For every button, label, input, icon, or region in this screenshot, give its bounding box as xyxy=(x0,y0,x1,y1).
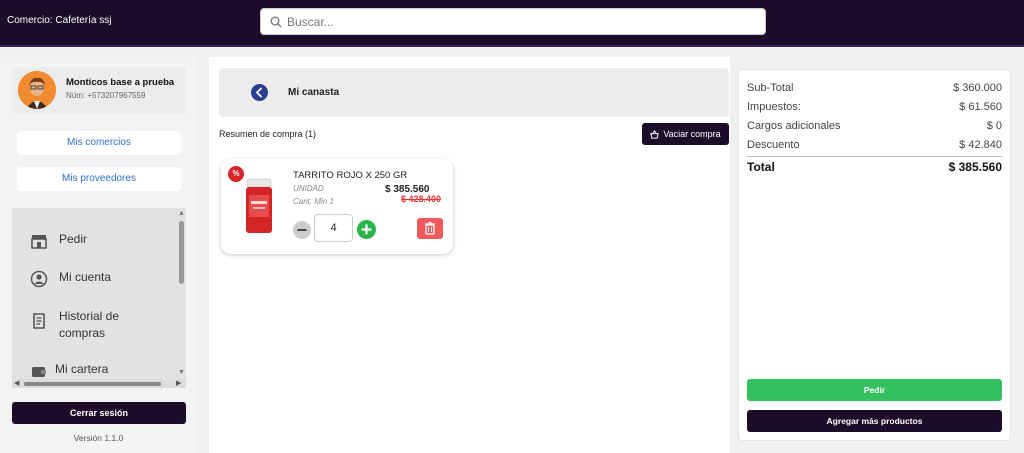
sidebar-item-mi-cartera[interactable]: Mi cartera xyxy=(30,362,108,380)
extra-charges-label: Cargos adicionales xyxy=(747,120,841,132)
add-more-products-button[interactable]: Agregar más productos xyxy=(747,410,1002,432)
cart-item-card: % TARRITO ROJO X 250 GR UNIDAD Cant. Min… xyxy=(221,159,453,254)
profile-name: Monticos base a prueba xyxy=(66,77,175,88)
wallet-icon xyxy=(32,367,46,377)
scroll-up-icon[interactable]: ▲ xyxy=(178,210,185,217)
decrease-qty-button[interactable] xyxy=(293,221,311,239)
scroll-down-icon[interactable]: ▼ xyxy=(178,369,185,376)
chevron-left-icon xyxy=(255,87,262,98)
my-suppliers-button[interactable]: Mis proveedores xyxy=(17,167,181,191)
basket-icon xyxy=(650,130,660,139)
empty-cart-button[interactable]: Vaciar compra xyxy=(642,123,729,145)
sidebar-item-label: Pedir xyxy=(59,232,88,246)
back-button[interactable] xyxy=(251,84,268,101)
plus-icon xyxy=(361,224,372,235)
subtotal-row: Sub-Total $ 360.000 xyxy=(747,82,1002,94)
increase-qty-button[interactable] xyxy=(357,220,376,239)
sidebar-item-pedir[interactable]: Pedir xyxy=(30,232,87,250)
cart-panel: Mi canasta Resumen de compra (1) Vaciar … xyxy=(209,57,730,453)
search-input[interactable] xyxy=(287,13,757,31)
scroll-left-icon[interactable]: ◀ xyxy=(14,379,19,387)
purchase-summary: Resumen de compra (1) xyxy=(219,129,317,139)
taxes-value: $ 61.560 xyxy=(959,101,1002,113)
discount-value: $ 42.840 xyxy=(959,139,1002,151)
product-old-price: $ 428.400 xyxy=(401,194,442,204)
total-row: Total $ 385.560 xyxy=(747,160,1002,174)
totals-panel: Sub-Total $ 360.000 Impuestos: $ 61.560 … xyxy=(738,69,1011,441)
quantity-input[interactable] xyxy=(314,214,353,242)
horizontal-scrollbar[interactable]: ◀ ▶ xyxy=(12,379,186,388)
sidebar-item-historial[interactable]: Historial de compras xyxy=(30,308,139,342)
trash-icon xyxy=(425,221,435,235)
search-box[interactable] xyxy=(260,8,766,35)
sidebar-item-mi-cuenta[interactable]: Mi cuenta xyxy=(30,270,111,288)
discount-row: Descuento $ 42.840 xyxy=(747,139,1002,151)
empty-cart-label: Vaciar compra xyxy=(663,129,721,139)
vertical-scroll-thumb[interactable] xyxy=(179,221,184,284)
delete-item-button[interactable] xyxy=(417,218,443,239)
search-icon xyxy=(270,16,282,28)
cart-header: Mi canasta xyxy=(219,68,729,117)
horizontal-scroll-thumb[interactable] xyxy=(24,382,161,386)
scroll-right-icon[interactable]: ▶ xyxy=(176,379,181,387)
sidebar-menu: Pedir Mi cuenta Historial de compras Mi … xyxy=(12,208,186,388)
place-order-button[interactable]: Pedir xyxy=(747,379,1002,401)
total-label: Total xyxy=(747,160,775,174)
product-image xyxy=(246,178,272,233)
my-stores-button[interactable]: Mis comercios xyxy=(17,131,181,155)
store-label: Comercio: Cafetería ssj xyxy=(7,15,112,26)
taxes-row: Impuestos: $ 61.560 xyxy=(747,101,1002,113)
avatar xyxy=(18,71,56,109)
minus-icon xyxy=(297,229,307,231)
taxes-label: Impuestos: xyxy=(747,101,801,113)
product-unit: UNIDAD xyxy=(293,184,324,193)
totals-divider xyxy=(747,156,1002,157)
receipt-icon xyxy=(33,313,45,329)
subtotal-label: Sub-Total xyxy=(747,82,794,94)
avatar-image xyxy=(18,71,56,109)
store-icon xyxy=(31,235,47,249)
cart-title: Mi canasta xyxy=(288,87,340,98)
subtotal-value: $ 360.000 xyxy=(953,82,1002,94)
user-circle-icon xyxy=(30,270,48,288)
discount-badge-icon: % xyxy=(228,166,244,182)
product-name: TARRITO ROJO X 250 GR xyxy=(293,170,408,181)
profile-phone: Núm: +573207967559 xyxy=(66,91,146,100)
top-bar: Comercio: Cafetería ssj xyxy=(0,0,1024,47)
profile-card: Monticos base a prueba Núm: +57320796755… xyxy=(12,67,186,114)
product-min-qty: Cant. Min 1 xyxy=(293,197,334,206)
discount-label: Descuento xyxy=(747,139,800,151)
total-value: $ 385.560 xyxy=(948,160,1002,174)
version-label: Versión 1.1.0 xyxy=(73,433,124,443)
sidebar-item-label: Historial de compras xyxy=(59,309,120,340)
logout-button[interactable]: Cerrar sesión xyxy=(12,402,186,424)
vertical-scrollbar[interactable]: ▲ ▼ xyxy=(176,208,186,378)
extra-charges-row: Cargos adicionales $ 0 xyxy=(747,120,1002,132)
sidebar: Monticos base a prueba Núm: +57320796755… xyxy=(0,57,197,453)
sidebar-item-label: Mi cuenta xyxy=(59,270,112,284)
sidebar-item-label: Mi cartera xyxy=(55,362,109,376)
extra-charges-value: $ 0 xyxy=(986,120,1002,132)
